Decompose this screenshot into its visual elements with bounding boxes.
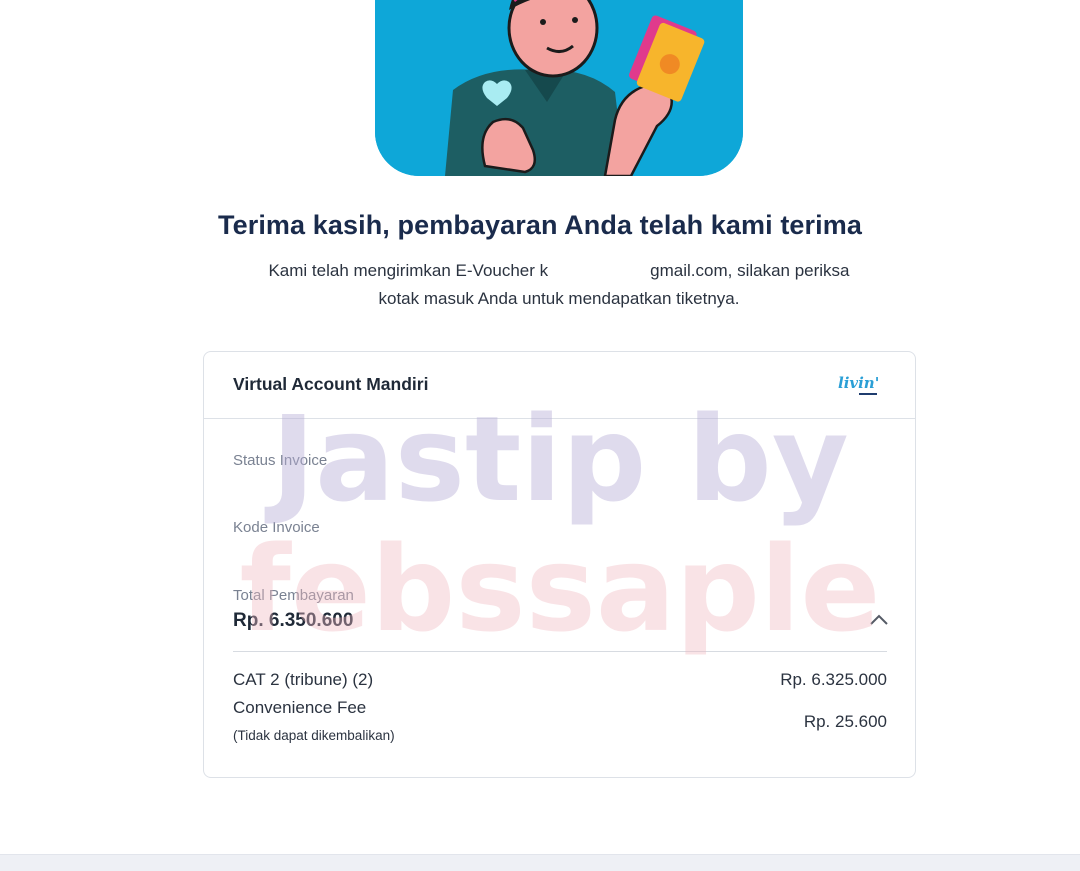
confirmation-message: Kami telah mengirimkan E-Voucher k gmail.… (222, 257, 896, 313)
ticket-item-price: Rp. 6.325.000 (780, 670, 887, 689)
payment-summary-card: Virtual Account Mandiri livin' Status In… (203, 351, 916, 778)
chevron-up-icon[interactable] (869, 614, 889, 626)
page-title: Terima kasih, pembayaran Anda telah kami… (218, 210, 862, 240)
redacted-email (548, 262, 651, 281)
message-text-end: gmail.com, silakan periksa (650, 261, 850, 280)
convenience-fee-price: Rp. 25.600 (803, 712, 887, 731)
message-line-1: Kami telah mengirimkan E-Voucher k gmail.… (222, 257, 896, 285)
hero-illustration (375, 0, 743, 176)
convenience-fee-note: (Tidak dapat dikembalikan) (233, 728, 395, 743)
total-payment-label: Total Pembayaran (233, 587, 354, 604)
message-text-start: Kami telah mengirimkan E-Voucher k (268, 261, 549, 280)
person-holding-tickets-illustration (375, 0, 743, 176)
total-payment-value: Rp. 6.350.600 (233, 610, 354, 631)
status-invoice-label: Status Invoice (233, 452, 328, 469)
payment-method-header: Virtual Account Mandiri livin' (204, 352, 915, 419)
divider (233, 651, 887, 652)
convenience-fee-label: Convenience Fee (233, 698, 367, 717)
svg-text:livin': livin' (838, 374, 879, 392)
footer-strip (0, 854, 1080, 871)
message-line-2: kotak masuk Anda untuk mendapatkan tiket… (378, 289, 740, 308)
kode-invoice-label: Kode Invoice (233, 519, 320, 536)
ticket-item-name: CAT 2 (tribune) (2) (233, 670, 374, 689)
payment-method-title: Virtual Account Mandiri (233, 374, 429, 394)
livin-bank-logo: livin' (838, 374, 879, 395)
